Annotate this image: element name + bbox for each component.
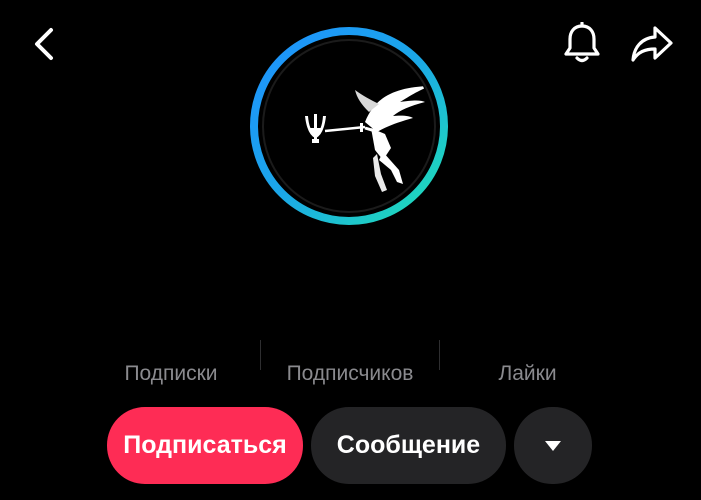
share-arrow-icon xyxy=(631,26,673,62)
likes-label[interactable]: Лайки xyxy=(480,362,575,386)
back-button[interactable] xyxy=(22,22,66,66)
bell-icon xyxy=(564,22,600,63)
following-label[interactable]: Подписки xyxy=(116,362,226,386)
caret-down-icon xyxy=(545,440,561,451)
profile-stats: Подписки Подписчиков Лайки xyxy=(80,340,620,390)
stats-divider xyxy=(439,340,440,370)
chevron-left-icon xyxy=(35,28,53,60)
more-options-button[interactable] xyxy=(514,407,592,484)
profile-avatar[interactable] xyxy=(249,26,449,226)
message-button[interactable]: Сообщение xyxy=(311,407,506,484)
message-button-label: Сообщение xyxy=(336,431,481,459)
followers-label[interactable]: Подписчиков xyxy=(270,362,430,386)
stats-divider xyxy=(260,340,261,370)
notifications-button[interactable] xyxy=(558,20,606,68)
avatar-image xyxy=(265,42,433,210)
share-button[interactable] xyxy=(626,20,678,68)
archangel-emblem-icon xyxy=(305,86,430,192)
follow-button[interactable]: Подписаться xyxy=(107,407,303,484)
follow-button-label: Подписаться xyxy=(123,431,287,459)
